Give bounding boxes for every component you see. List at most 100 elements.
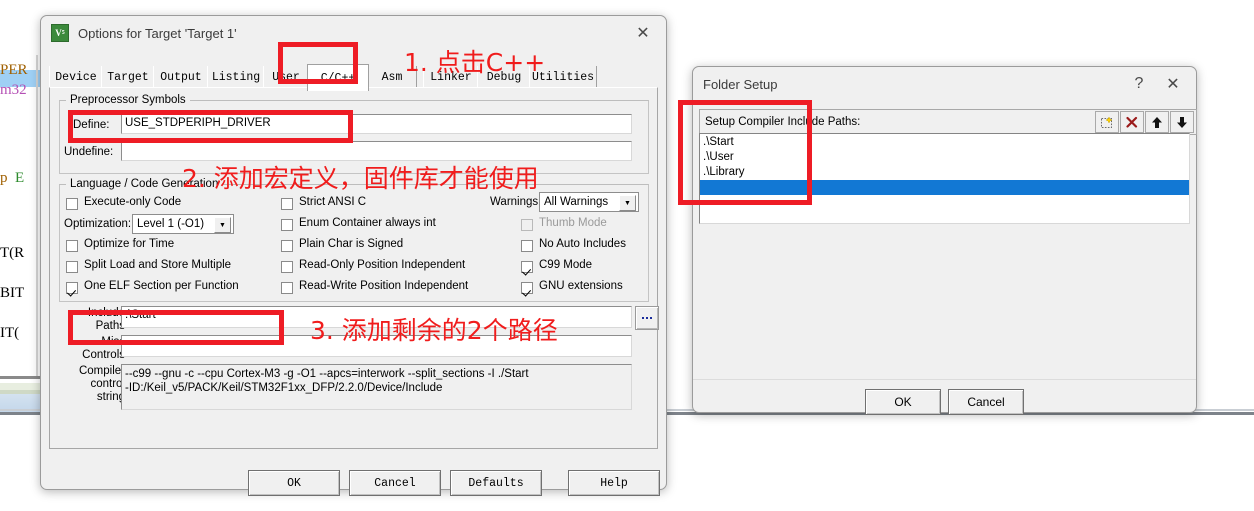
help-button[interactable]: Help <box>568 470 660 496</box>
label-gnu-extensions: GNU extensions <box>539 280 623 292</box>
folder-setup-header: Setup Compiler Include Paths: <box>699 109 1197 135</box>
tab-user[interactable]: User <box>263 66 309 88</box>
list-item[interactable] <box>700 180 1189 195</box>
label-read-only-position-independent: Read-Only Position Independent <box>299 259 466 271</box>
label-enum-container-always-int: Enum Container always int <box>299 217 436 229</box>
options-dialog-body: Device Target Output Listing User C/C++ … <box>41 50 666 496</box>
new-path-glyph <box>1101 115 1113 128</box>
chevron-down-icon[interactable]: ▼ <box>214 217 231 233</box>
define-input[interactable]: USE_STDPERIPH_DRIVER <box>121 114 632 134</box>
include-paths-list[interactable]: .\Start .\User .\Library <box>699 133 1190 224</box>
folder-cancel-button[interactable]: Cancel <box>948 389 1024 415</box>
tab-linker[interactable]: Linker <box>423 66 479 88</box>
ok-button[interactable]: OK <box>248 470 340 496</box>
optimization-label: Optimization: <box>64 218 132 230</box>
arrow-up-glyph <box>1152 116 1162 128</box>
warnings-select[interactable]: All Warnings ▼ <box>539 192 639 212</box>
label-c99-mode: C99 Mode <box>539 259 593 271</box>
keil-uvision-icon: V5 <box>51 24 69 42</box>
label-one-elf-section-per-function: One ELF Section per Function <box>84 280 239 292</box>
options-tabstrip: Device Target Output Listing User C/C++ … <box>49 64 658 91</box>
compiler-control-string-label: Compiler control string <box>78 365 125 403</box>
label-split-load-and-store-multiple: Split Load and Store Multiple <box>84 259 232 271</box>
tab-asm[interactable]: Asm <box>367 66 417 88</box>
list-item[interactable]: .\Library <box>700 165 1189 180</box>
delete-path-icon[interactable] <box>1120 111 1144 133</box>
optimization-value: Level 1 (-O1) <box>137 218 205 230</box>
tab-utilities[interactable]: Utilities <box>529 66 597 88</box>
code-fragment: p E <box>0 170 25 186</box>
checkbox-enum-container-always-int[interactable] <box>281 219 293 231</box>
code-fragment: IT( <box>0 325 20 341</box>
options-dialog-titlebar: V5 Options for Target 'Target 1' ✕ <box>41 16 666 50</box>
checkbox-no-auto-includes[interactable] <box>521 240 533 252</box>
options-dialog-title: Options for Target 'Target 1' <box>78 25 237 41</box>
code-fragment: PER <box>0 62 28 78</box>
checkbox-strict-ansi-c[interactable] <box>281 198 293 210</box>
checkbox-read-only-position-independent[interactable] <box>281 261 293 273</box>
tab-listing[interactable]: Listing <box>207 66 265 88</box>
folder-setup-separator <box>693 379 1196 380</box>
tab-debug[interactable]: Debug <box>477 66 531 88</box>
tab-c-cpp[interactable]: C/C++ <box>307 64 369 91</box>
label-thumb-mode: Thumb Mode <box>539 217 607 229</box>
label-plain-char-is-signed: Plain Char is Signed <box>299 238 404 250</box>
checkbox-split-load-and-store-multiple[interactable] <box>66 261 78 273</box>
tab-output[interactable]: Output <box>153 66 209 88</box>
folder-setup-title: Folder Setup <box>703 76 778 92</box>
optimization-select[interactable]: Level 1 (-O1) ▼ <box>132 214 234 234</box>
label-execute-only-code: Execute-only Code <box>84 196 182 208</box>
options-for-target-dialog: V5 Options for Target 'Target 1' ✕ Devic… <box>40 15 667 496</box>
folder-setup-titlebar: Folder Setup ? ✕ <box>693 67 1196 101</box>
move-up-icon[interactable] <box>1145 111 1169 133</box>
warnings-value: All Warnings <box>544 196 609 208</box>
define-label: Define: <box>73 119 110 131</box>
code-fragment: m32 <box>0 82 27 98</box>
include-paths-browse-button[interactable] <box>635 306 659 330</box>
folder-setup-body: Setup Compiler Include Paths: .\Start .\… <box>693 101 1197 415</box>
list-item[interactable]: .\User <box>700 150 1189 165</box>
arrow-down-glyph <box>1177 116 1187 128</box>
defaults-button[interactable]: Defaults <box>450 470 542 496</box>
misc-controls-input[interactable] <box>121 335 632 357</box>
label-optimize-for-time: Optimize for Time <box>84 238 175 250</box>
help-icon[interactable]: ? <box>1122 69 1156 99</box>
tab-target[interactable]: Target <box>101 66 155 88</box>
label-no-auto-includes: No Auto Includes <box>539 238 626 250</box>
preprocessor-symbols-group <box>59 100 649 174</box>
preprocessor-symbols-group-label: Preprocessor Symbols <box>66 94 190 106</box>
include-paths-label: Include Paths <box>87 307 125 332</box>
compiler-control-string-output: --c99 --gnu -c --cpu Cortex-M3 -g -O1 --… <box>121 364 632 410</box>
checkbox-gnu-extensions[interactable] <box>521 282 533 294</box>
move-down-icon[interactable] <box>1170 111 1194 133</box>
folder-setup-header-label: Setup Compiler Include Paths: <box>705 116 861 128</box>
c-cpp-tab-panel: Preprocessor Symbols Define: USE_STDPERI… <box>49 87 659 449</box>
code-fragment: T(R <box>0 245 25 261</box>
checkbox-execute-only-code[interactable] <box>66 198 78 210</box>
checkbox-optimize-for-time[interactable] <box>66 240 78 252</box>
list-item[interactable]: .\Start <box>700 135 1189 150</box>
label-read-write-position-independent: Read-Write Position Independent <box>299 280 469 292</box>
chevron-down-icon[interactable]: ▼ <box>619 195 636 211</box>
undefine-label: Undefine: <box>64 146 114 158</box>
folder-ok-button[interactable]: OK <box>865 389 941 415</box>
editor-divider <box>36 55 38 376</box>
checkbox-one-elf-section-per-function[interactable] <box>66 282 78 294</box>
delete-x-glyph <box>1126 116 1138 128</box>
checkbox-read-write-position-independent[interactable] <box>281 282 293 294</box>
close-icon[interactable]: ✕ <box>1156 69 1190 99</box>
folder-setup-dialog: Folder Setup ? ✕ Setup Compiler Include … <box>692 66 1197 415</box>
undefine-input[interactable] <box>121 141 632 161</box>
close-icon[interactable]: ✕ <box>626 18 660 48</box>
language-code-generation-group-label: Language / Code Generation <box>66 178 223 190</box>
checkbox-plain-char-is-signed[interactable] <box>281 240 293 252</box>
warnings-label: Warnings: <box>490 196 542 208</box>
new-path-icon[interactable] <box>1095 111 1119 133</box>
label-strict-ansi-c: Strict ANSI C <box>299 196 367 208</box>
checkbox-c99-mode[interactable] <box>521 261 533 273</box>
include-paths-input[interactable]: .\Start <box>121 306 632 328</box>
cancel-button[interactable]: Cancel <box>349 470 441 496</box>
code-fragment: BIT <box>0 285 25 301</box>
misc-controls-label: Misc Controls <box>82 336 125 361</box>
tab-device[interactable]: Device <box>49 66 103 88</box>
